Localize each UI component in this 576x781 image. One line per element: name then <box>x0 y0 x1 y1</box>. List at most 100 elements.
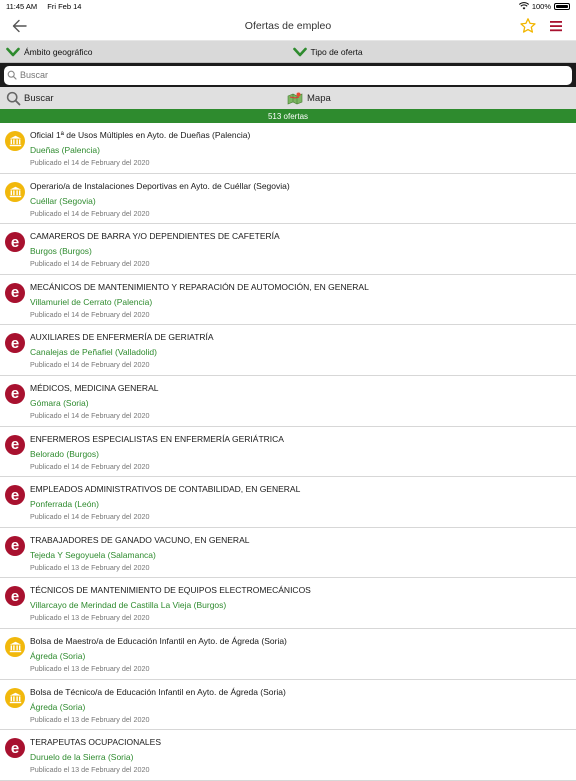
list-item[interactable]: e TÉCNICOS DE MANTENIMIENTO DE EQUIPOS E… <box>0 578 576 629</box>
ayto-icon <box>5 182 25 202</box>
offer-title: Bolsa de Técnico/a de Educación Infantil… <box>30 686 576 698</box>
offer-date: Publicado el 14 de February del 2020 <box>30 512 576 522</box>
list-item-text: CAMAREROS DE BARRA Y/O DEPENDIENTES DE C… <box>30 230 576 269</box>
list-item-icon-wrap: e <box>0 483 30 505</box>
list-item[interactable]: e TERAPEUTAS OCUPACIONALES Duruelo de la… <box>0 730 576 781</box>
offer-count: 513 ofertas <box>268 112 308 121</box>
offer-title: MECÁNICOS DE MANTENIMIENTO Y REPARACIÓN … <box>30 281 576 293</box>
offer-location: Burgos (Burgos) <box>30 244 576 258</box>
list-item-icon-wrap: e <box>0 433 30 455</box>
ecyl-icon: e <box>5 232 25 252</box>
bank-icon <box>9 641 22 653</box>
offer-location: Villamuriel de Cerrato (Palencia) <box>30 295 576 309</box>
list-item[interactable]: Bolsa de Técnico/a de Educación Infantil… <box>0 680 576 731</box>
action-bar: Buscar Mapa <box>0 87 576 109</box>
filter-bar: Ámbito geográfico Tipo de oferta <box>0 41 576 63</box>
offer-date: Publicado el 13 de February del 2020 <box>30 765 576 775</box>
list-item[interactable]: Oficial 1ª de Usos Múltiples en Ayto. de… <box>0 123 576 174</box>
bank-icon <box>9 186 22 198</box>
back-arrow-icon[interactable] <box>10 16 30 36</box>
list-item-text: Bolsa de Técnico/a de Educación Infantil… <box>30 686 576 725</box>
offer-title: Bolsa de Maestro/a de Educación Infantil… <box>30 635 576 647</box>
list-item[interactable]: Operario/a de Instalaciones Deportivas e… <box>0 174 576 225</box>
list-item[interactable]: e TRABAJADORES DE GANADO VACUNO, EN GENE… <box>0 528 576 579</box>
offer-location: Gómara (Soria) <box>30 396 576 410</box>
list-item-icon-wrap <box>0 635 30 657</box>
list-item-icon-wrap <box>0 180 30 202</box>
search-box[interactable] <box>4 66 572 85</box>
menu-icon[interactable] <box>546 16 566 36</box>
search-input[interactable] <box>20 70 529 80</box>
list-item-icon-wrap: e <box>0 382 30 404</box>
battery-icon <box>554 3 570 10</box>
list-item-text: Bolsa de Maestro/a de Educación Infantil… <box>30 635 576 674</box>
offer-date: Publicado el 14 de February del 2020 <box>30 209 576 219</box>
status-date: Fri Feb 14 <box>47 2 81 11</box>
list-item-icon-wrap: e <box>0 736 30 758</box>
ecyl-icon: e <box>5 485 25 505</box>
list-item[interactable]: e MECÁNICOS DE MANTENIMIENTO Y REPARACIÓ… <box>0 275 576 326</box>
list-item[interactable]: Bolsa de Maestro/a de Educación Infantil… <box>0 629 576 680</box>
offer-title: TÉCNICOS DE MANTENIMIENTO DE EQUIPOS ELE… <box>30 584 576 596</box>
list-item-text: TERAPEUTAS OCUPACIONALES Duruelo de la S… <box>30 736 576 775</box>
search-bar <box>0 63 576 87</box>
status-time: 11:45 AM <box>6 2 37 11</box>
list-item-text: MÉDICOS, MEDICINA GENERAL Gómara (Soria)… <box>30 382 576 421</box>
offer-date: Publicado el 14 de February del 2020 <box>30 462 576 472</box>
list-item-icon-wrap <box>0 686 30 708</box>
list-item[interactable]: e AUXILIARES DE ENFERMERÍA DE GERIATRÍA … <box>0 325 576 376</box>
offer-title: TRABAJADORES DE GANADO VACUNO, EN GENERA… <box>30 534 576 546</box>
wifi-icon <box>519 2 529 10</box>
type-filter[interactable]: Tipo de oferta <box>290 47 576 57</box>
offer-title: EMPLEADOS ADMINISTRATIVOS DE CONTABILIDA… <box>30 483 576 495</box>
offer-date: Publicado el 14 de February del 2020 <box>30 360 576 370</box>
list-item-icon-wrap: e <box>0 534 30 556</box>
list-item[interactable]: e ENFERMEROS ESPECIALISTAS EN ENFERMERÍA… <box>0 427 576 478</box>
type-filter-label: Tipo de oferta <box>311 47 363 57</box>
chevron-down-icon <box>293 47 307 57</box>
search-icon <box>7 70 17 80</box>
offer-date: Publicado el 13 de February del 2020 <box>30 563 576 573</box>
offer-title: AUXILIARES DE ENFERMERÍA DE GERIATRÍA <box>30 331 576 343</box>
list-item[interactable]: e CAMAREROS DE BARRA Y/O DEPENDIENTES DE… <box>0 224 576 275</box>
bank-icon <box>9 135 22 147</box>
offer-location: Ponferrada (León) <box>30 497 576 511</box>
list-item[interactable]: e EMPLEADOS ADMINISTRATIVOS DE CONTABILI… <box>0 477 576 528</box>
map-button[interactable]: Mapa <box>0 91 331 105</box>
offer-date: Publicado el 14 de February del 2020 <box>30 411 576 421</box>
geo-filter[interactable]: Ámbito geográfico <box>0 47 290 57</box>
offer-location: Cuéllar (Segovia) <box>30 194 576 208</box>
offer-title: Operario/a de Instalaciones Deportivas e… <box>30 180 576 192</box>
offer-location: Ágreda (Soria) <box>30 700 576 714</box>
ecyl-icon: e <box>5 333 25 353</box>
offer-date: Publicado el 14 de February del 2020 <box>30 310 576 320</box>
offer-location: Belorado (Burgos) <box>30 447 576 461</box>
list-item[interactable]: e MÉDICOS, MEDICINA GENERAL Gómara (Sori… <box>0 376 576 427</box>
list-item-text: EMPLEADOS ADMINISTRATIVOS DE CONTABILIDA… <box>30 483 576 522</box>
offer-date: Publicado el 13 de February del 2020 <box>30 715 576 725</box>
offer-date: Publicado el 13 de February del 2020 <box>30 613 576 623</box>
ecyl-icon: e <box>5 738 25 758</box>
offer-location: Ágreda (Soria) <box>30 649 576 663</box>
favorite-star-icon[interactable] <box>518 16 538 36</box>
list-item-text: ENFERMEROS ESPECIALISTAS EN ENFERMERÍA G… <box>30 433 576 472</box>
offer-location: Canalejas de Peñafiel (Valladolid) <box>30 345 576 359</box>
ecyl-icon: e <box>5 384 25 404</box>
map-button-label: Mapa <box>307 93 331 104</box>
ayto-icon <box>5 131 25 151</box>
offer-location: Tejeda Y Segoyuela (Salamanca) <box>30 548 576 562</box>
battery-percent: 100% <box>532 2 551 11</box>
ecyl-icon: e <box>5 586 25 606</box>
geo-filter-label: Ámbito geográfico <box>24 47 93 57</box>
list-item-text: TÉCNICOS DE MANTENIMIENTO DE EQUIPOS ELE… <box>30 584 576 623</box>
list-item-text: TRABAJADORES DE GANADO VACUNO, EN GENERA… <box>30 534 576 573</box>
status-bar: 11:45 AM Fri Feb 14 100% <box>0 0 576 12</box>
list-item-text: MECÁNICOS DE MANTENIMIENTO Y REPARACIÓN … <box>30 281 576 320</box>
offer-title: MÉDICOS, MEDICINA GENERAL <box>30 382 576 394</box>
list-item-icon-wrap <box>0 129 30 151</box>
offer-count-bar: 513 ofertas <box>0 109 576 123</box>
ecyl-icon: e <box>5 435 25 455</box>
map-icon <box>286 91 304 105</box>
offer-list: Oficial 1ª de Usos Múltiples en Ayto. de… <box>0 123 576 781</box>
navbar: Ofertas de empleo <box>0 12 576 41</box>
